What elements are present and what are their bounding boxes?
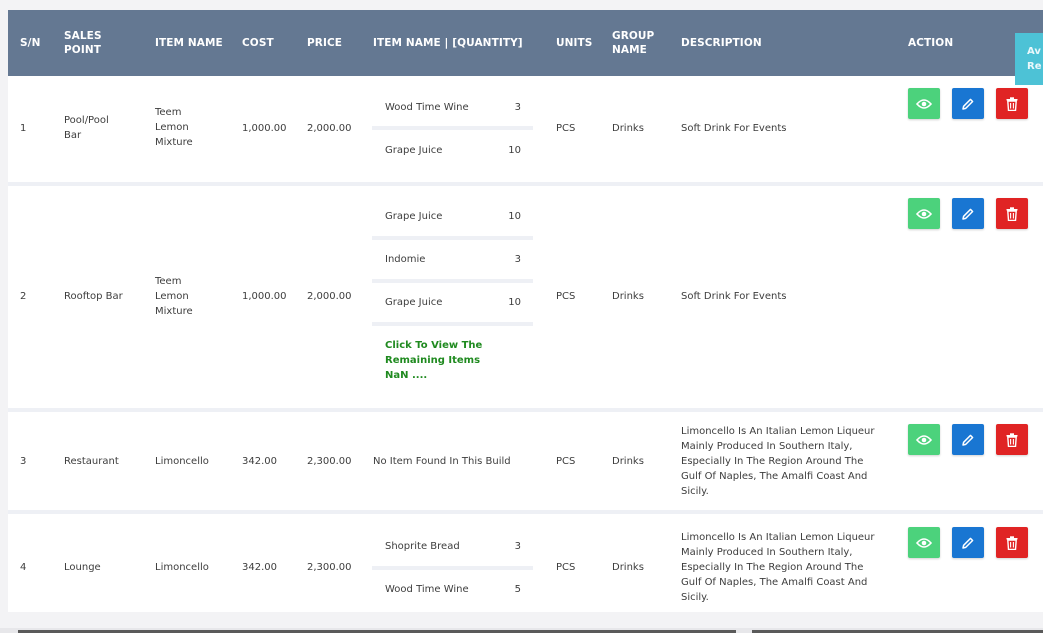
cell-units: PCS [556, 456, 576, 467]
edit-button[interactable] [952, 198, 984, 229]
view-remaining-items-link[interactable]: Click To View The Remaining Items NaN .... [385, 338, 505, 383]
table-row: 2 Rooftop Bar Teem Lemon Mixture 1,000.00 … [8, 186, 1043, 412]
item-separator [372, 566, 533, 570]
eye-icon [916, 98, 932, 109]
column-header-action: ACTION [908, 37, 954, 49]
column-header-group-name[interactable]: GROUP NAME [612, 10, 654, 76]
cell-cost: 1,000.00 [242, 123, 287, 134]
pencil-icon [962, 434, 974, 446]
item-quantity-entry: Wood Time Wine 5 [385, 584, 521, 595]
cell-price: 2,300.00 [307, 562, 352, 573]
item-separator [372, 126, 533, 130]
cell-description: Soft Drink For Events [681, 123, 787, 134]
table-header: S/N SALES POINT ITEM NAME COST PRICE ITEM… [8, 10, 1043, 76]
cell-item-name: Teem Lemon Mixture [155, 107, 193, 148]
side-floating-tab[interactable]: Av Re [1015, 33, 1043, 85]
eye-icon [916, 537, 932, 548]
view-button[interactable] [908, 527, 940, 558]
delete-button[interactable] [996, 424, 1028, 455]
cell-units: PCS [556, 123, 576, 134]
view-button[interactable] [908, 424, 940, 455]
cell-units: PCS [556, 562, 576, 573]
trash-icon [1006, 432, 1018, 447]
cell-price: 2,000.00 [307, 123, 352, 134]
cell-group: Drinks [612, 456, 644, 467]
no-items-message: No Item Found In This Build [373, 456, 511, 467]
cell-cost: 1,000.00 [242, 291, 287, 302]
trash-icon [1006, 206, 1018, 221]
trash-icon [1006, 535, 1018, 550]
delete-button[interactable] [996, 527, 1028, 558]
column-header-price[interactable]: PRICE [307, 10, 342, 76]
table-row: 1 Pool/Pool Bar Teem Lemon Mixture 1,000.00… [8, 76, 1043, 186]
items-table: S/N SALES POINT ITEM NAME COST PRICE ITEM… [8, 10, 1043, 612]
cell-units: PCS [556, 291, 576, 302]
column-header-cost[interactable]: COST [242, 10, 274, 76]
eye-icon [916, 208, 932, 219]
table-row: 4 Lounge Limoncello 342.00 2,300.00 Shop… [8, 514, 1043, 612]
cell-description: Limoncello Is An Italian Lemon Liqueur Ma… [681, 532, 875, 603]
cell-sn: 3 [20, 456, 27, 467]
item-quantity-entry: Indomie 3 [385, 254, 521, 265]
cell-sn: 1 [20, 123, 27, 134]
item-quantity-entry: Wood Time Wine 3 [385, 102, 521, 113]
column-header-description[interactable]: DESCRIPTION [681, 10, 762, 76]
cell-sales-point: Pool/Pool Bar [64, 115, 109, 141]
cell-group: Drinks [612, 562, 644, 573]
cell-cost: 342.00 [242, 456, 277, 467]
cell-item-name: Limoncello [155, 562, 209, 573]
trash-icon [1006, 96, 1018, 111]
column-header-sales-point[interactable]: SALES POINT [64, 10, 102, 76]
column-header-sn[interactable]: S/N [20, 10, 41, 76]
cell-price: 2,300.00 [307, 456, 352, 467]
item-separator [372, 322, 533, 326]
cell-description: Limoncello Is An Italian Lemon Liqueur Ma… [681, 426, 875, 497]
table-row: 3 Restaurant Limoncello 342.00 2,300.00 … [8, 412, 1043, 514]
eye-icon [916, 434, 932, 445]
view-button[interactable] [908, 198, 940, 229]
cell-price: 2,000.00 [307, 291, 352, 302]
view-button[interactable] [908, 88, 940, 119]
edit-button[interactable] [952, 88, 984, 119]
item-separator [372, 279, 533, 283]
column-header-units[interactable]: UNITS [556, 10, 592, 76]
cell-sales-point: Lounge [64, 562, 101, 573]
item-quantity-entry: Grape Juice 10 [385, 145, 521, 156]
cell-sn: 4 [20, 562, 27, 573]
column-header-item-name[interactable]: ITEM NAME [155, 10, 223, 76]
cell-sn: 2 [20, 291, 27, 302]
column-header-item-quantity[interactable]: ITEM NAME | [QUANTITY] [373, 10, 523, 76]
item-quantity-entry: Shoprite Bread 3 [385, 541, 521, 552]
cell-group: Drinks [612, 123, 644, 134]
item-quantity-entry: Grape Juice 10 [385, 211, 521, 222]
cell-sales-point: Restaurant [64, 456, 119, 467]
pencil-icon [962, 537, 974, 549]
cell-description: Soft Drink For Events [681, 291, 787, 302]
cell-sales-point: Rooftop Bar [64, 291, 123, 302]
edit-button[interactable] [952, 527, 984, 558]
delete-button[interactable] [996, 88, 1028, 119]
edit-button[interactable] [952, 424, 984, 455]
delete-button[interactable] [996, 198, 1028, 229]
item-separator [372, 236, 533, 240]
pencil-icon [962, 98, 974, 110]
pencil-icon [962, 208, 974, 220]
cell-item-name: Teem Lemon Mixture [155, 276, 193, 317]
item-quantity-entry: Grape Juice 10 [385, 297, 521, 308]
cell-item-name: Limoncello [155, 456, 209, 467]
cell-group: Drinks [612, 291, 644, 302]
cell-cost: 342.00 [242, 562, 277, 573]
